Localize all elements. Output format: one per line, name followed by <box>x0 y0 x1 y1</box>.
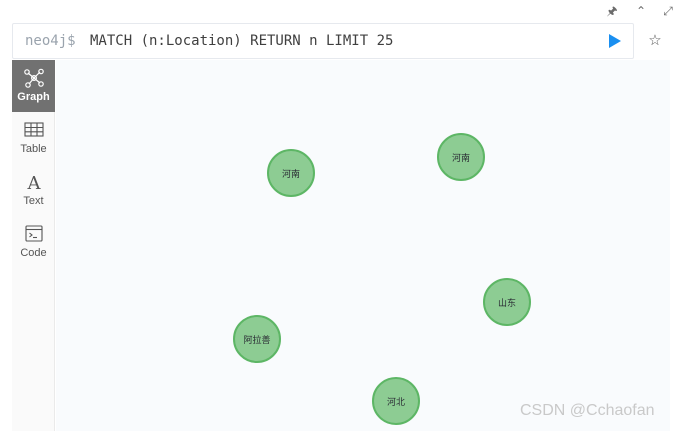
sidebar-item-label: Code <box>20 247 47 259</box>
graph-node[interactable]: 山东 <box>483 278 531 326</box>
pin-icon[interactable]: 🖈 <box>604 3 620 19</box>
neo4j-result-frame: 🖈 ⌃ ⤢ neo4j$ MATCH (n:Location) RETURN n… <box>0 0 689 431</box>
editor-prompt: neo4j$ <box>25 33 76 49</box>
node-label: 山东 <box>497 298 516 309</box>
frame-toolbar: 🖈 ⌃ ⤢ <box>0 0 689 22</box>
text-icon: A <box>26 173 41 192</box>
node-label: 阿拉善 <box>243 335 271 346</box>
sidebar-item-label: Text <box>23 195 44 207</box>
node-label: 河南 <box>451 153 470 164</box>
graph-node[interactable]: 河北 <box>372 377 420 425</box>
sidebar-item-text[interactable]: A Text <box>12 164 55 216</box>
watermark-text: CSDN @Cchaofan <box>520 402 655 419</box>
sidebar-item-label: Table <box>20 143 47 155</box>
star-icon[interactable]: ☆ <box>644 29 666 51</box>
play-icon[interactable] <box>609 34 621 48</box>
sidebar-item-table[interactable]: Table <box>12 112 55 164</box>
graph-node[interactable]: 河南 <box>267 149 315 197</box>
graph-node[interactable]: 阿拉善 <box>233 315 281 363</box>
sidebar-item-graph[interactable]: Graph <box>12 60 55 112</box>
chevron-up-icon[interactable]: ⌃ <box>633 3 649 19</box>
view-sidebar: Graph Table A Text Code <box>12 60 55 431</box>
code-icon <box>24 225 43 242</box>
node-label: 河北 <box>386 397 405 408</box>
node-label: 河南 <box>281 169 300 180</box>
graph-icon <box>23 68 44 88</box>
svg-text:A: A <box>26 173 41 192</box>
table-icon <box>23 122 44 137</box>
graph-node[interactable]: 河南 <box>437 133 485 181</box>
query-editor[interactable]: neo4j$ MATCH (n:Location) RETURN n LIMIT… <box>12 23 634 59</box>
sidebar-item-code[interactable]: Code <box>12 216 55 268</box>
expand-icon[interactable]: ⤢ <box>660 3 676 19</box>
sidebar-item-label: Graph <box>17 91 50 103</box>
query-input[interactable]: MATCH (n:Location) RETURN n LIMIT 25 <box>90 32 393 50</box>
graph-canvas[interactable]: 河南 河南 山东 阿拉善 河北 <box>56 60 670 431</box>
